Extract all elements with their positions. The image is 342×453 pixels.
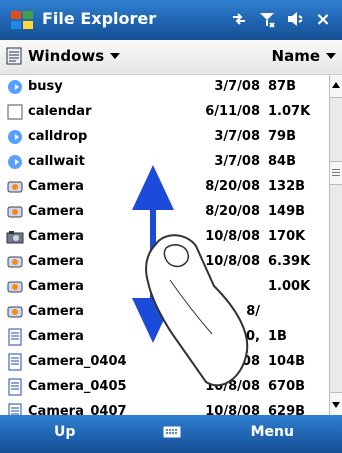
list-item[interactable]: Camera_0407 10/8/08 629B [0, 400, 330, 415]
title-bar: File Explorer × [0, 0, 342, 40]
blank-icon [7, 104, 23, 120]
volume-icon[interactable] [286, 10, 304, 28]
scroll-thumb[interactable] [330, 161, 342, 185]
camera-small-icon [7, 206, 23, 218]
softkey-bar: Up Menu [0, 415, 342, 453]
camera-small-icon [7, 181, 23, 193]
sort-dropdown[interactable]: Name [272, 47, 336, 65]
list-item[interactable]: Camera 10/8/08 6.39K [0, 250, 330, 275]
vertical-scrollbar[interactable] [329, 75, 342, 415]
doc-icon [8, 378, 22, 396]
camera-small-icon [7, 281, 23, 293]
list-item[interactable]: Camera 1.00K [0, 275, 330, 300]
softkey-menu[interactable]: Menu [251, 424, 294, 440]
scroll-down-icon[interactable] [330, 392, 342, 415]
close-icon[interactable]: × [314, 9, 332, 30]
doc-icon [8, 353, 22, 371]
windows-start-icon[interactable] [10, 9, 34, 31]
list-item[interactable]: Camera 8/20, 1B [0, 325, 330, 350]
list-item[interactable]: Camera 8/20/08 132B [0, 175, 330, 200]
list-item[interactable]: busy 3/7/08 87B [0, 75, 330, 100]
list-item[interactable]: calldrop 3/7/08 79B [0, 125, 330, 150]
list-item[interactable]: Camera_0405 10/8/08 670B [0, 375, 330, 400]
list-item[interactable]: Camera_0404 10/8/08 104B [0, 350, 330, 375]
list-item[interactable]: Camera 10/8/08 170K [0, 225, 330, 250]
keyboard-icon[interactable] [163, 423, 181, 441]
folder-label: Windows [28, 47, 105, 65]
header-bar: Windows Name [0, 40, 342, 75]
audio-icon [8, 130, 22, 144]
app-title: File Explorer [42, 9, 157, 28]
audio-icon [8, 80, 22, 94]
folder-dropdown[interactable]: Windows [6, 47, 121, 65]
file-list[interactable]: busy 3/7/08 87B calendar 6/11/08 1.07K c… [0, 75, 330, 415]
list-item[interactable]: Camera 8/20/08 149B [0, 200, 330, 225]
list-item[interactable]: callwait 3/7/08 84B [0, 150, 330, 175]
camera-small-icon [7, 256, 23, 268]
softkey-up[interactable]: Up [54, 424, 75, 440]
chevron-down-icon [110, 53, 121, 59]
camera-big-icon [6, 231, 24, 244]
audio-icon [8, 155, 22, 169]
connectivity-icon[interactable] [230, 10, 248, 28]
signal-icon[interactable] [258, 10, 276, 28]
sort-label: Name [271, 47, 320, 65]
status-area: × [230, 9, 332, 30]
camera-small-icon [7, 306, 23, 318]
list-item[interactable]: Camera 8/ [0, 300, 330, 325]
doc-icon [8, 328, 22, 346]
doc-icon [8, 403, 22, 415]
chevron-down-icon [326, 53, 336, 59]
scroll-up-icon[interactable] [330, 75, 342, 98]
folder-doc-icon [6, 47, 22, 65]
list-item[interactable]: calendar 6/11/08 1.07K [0, 100, 330, 125]
